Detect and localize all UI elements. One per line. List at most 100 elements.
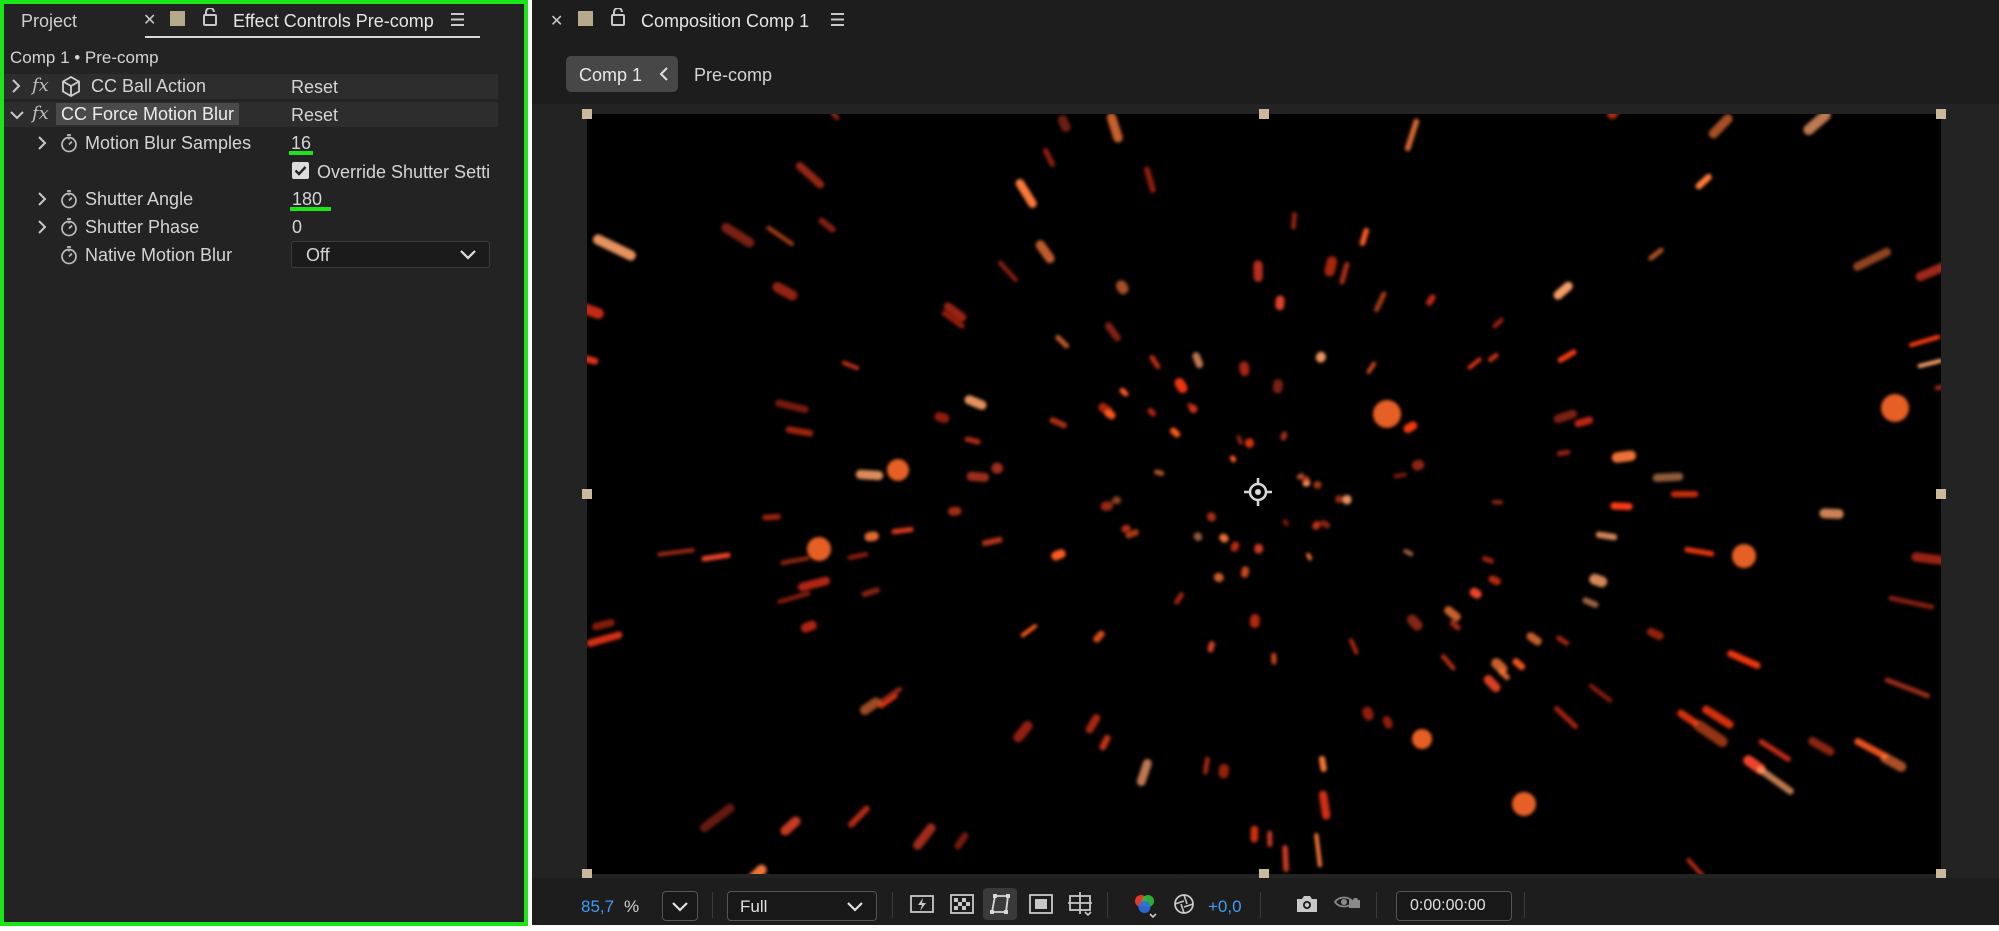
particle <box>1315 351 1326 363</box>
particle <box>1250 825 1259 843</box>
particle <box>1202 756 1211 775</box>
shutter-phase-value[interactable]: 0 <box>292 217 302 238</box>
comp-breadcrumb-child[interactable]: Pre-comp <box>694 65 772 86</box>
particle <box>913 823 936 850</box>
chevron-down-icon <box>846 900 864 918</box>
particle <box>1282 845 1289 872</box>
particle <box>1611 450 1637 463</box>
fast-previews-icon[interactable] <box>910 893 934 920</box>
native-motion-blur-dropdown[interactable]: Off <box>291 241 490 268</box>
hamburger-menu-icon[interactable] <box>830 12 845 32</box>
particle <box>818 217 836 233</box>
lock-icon[interactable] <box>610 7 626 31</box>
fx-icon[interactable]: fx <box>32 75 49 96</box>
particle <box>1469 587 1482 599</box>
footage-swatch-icon <box>170 11 185 26</box>
chevron-right-icon[interactable] <box>36 219 48 240</box>
zoom-dropdown[interactable] <box>662 891 698 921</box>
particle <box>766 225 794 247</box>
tab-composition[interactable]: Composition Comp 1 <box>641 11 809 32</box>
tab-effect-controls[interactable]: Effect Controls Pre-comp <box>233 11 434 32</box>
particle <box>1174 378 1188 394</box>
transform-handle[interactable] <box>1936 109 1946 119</box>
particle <box>997 260 1018 283</box>
effect-name-selected[interactable]: CC Force Motion Blur <box>56 103 240 125</box>
resolution-dropdown[interactable]: Full <box>727 891 877 921</box>
particle <box>1610 502 1633 511</box>
particle <box>1249 613 1260 628</box>
show-snapshot-icon[interactable] <box>1333 892 1361 921</box>
particle <box>701 552 731 562</box>
particle <box>1042 147 1056 167</box>
particle <box>1403 421 1418 433</box>
breadcrumb: Comp 1 • Pre-comp <box>10 48 159 67</box>
comp-breadcrumb-current[interactable]: Comp 1 <box>566 56 678 92</box>
particle <box>1557 349 1577 363</box>
color-channels-icon[interactable] <box>1132 893 1158 924</box>
chevron-right-icon[interactable] <box>10 78 22 99</box>
particle <box>1808 736 1835 756</box>
particle <box>1483 674 1501 693</box>
stopwatch-icon[interactable] <box>60 189 78 214</box>
snapshot-camera-icon[interactable] <box>1295 894 1319 919</box>
timecode-value: 0:00:00:00 <box>1410 897 1486 914</box>
chevron-down-icon[interactable] <box>9 108 25 126</box>
particle <box>1556 449 1571 457</box>
particle <box>1282 518 1289 527</box>
timecode-field[interactable]: 0:00:00:00 <box>1396 891 1512 921</box>
particle <box>1104 322 1121 342</box>
particle <box>1686 858 1714 874</box>
stopwatch-icon[interactable] <box>60 217 78 242</box>
stopwatch-icon[interactable] <box>60 245 78 270</box>
transform-handle[interactable] <box>1936 489 1946 499</box>
particle <box>1758 739 1791 762</box>
hamburger-menu-icon[interactable] <box>450 12 465 32</box>
chevron-right-icon[interactable] <box>36 191 48 212</box>
particle <box>800 620 817 633</box>
chevron-down-icon <box>459 248 477 266</box>
particle <box>1588 683 1613 703</box>
transform-handle[interactable] <box>1259 109 1269 119</box>
particle <box>1512 792 1536 816</box>
particle <box>1253 260 1263 282</box>
effect-row-cc-force-motion-blur[interactable]: fx CC Force Motion Blur Reset <box>4 102 498 127</box>
reset-button[interactable]: Reset <box>291 105 338 126</box>
particle <box>1244 438 1255 448</box>
lock-icon[interactable] <box>202 7 218 31</box>
exposure-value[interactable]: +0,0 <box>1208 897 1242 917</box>
viewer-toolbar: 85,7 % Full +0,0 0:00:00:00 <box>532 878 1999 925</box>
particle <box>1373 400 1401 428</box>
particle <box>1412 729 1432 749</box>
transform-handle[interactable] <box>582 489 592 499</box>
particle <box>1111 496 1121 505</box>
grid-guides-icon[interactable] <box>1067 891 1093 922</box>
mask-visibility-button[interactable] <box>983 888 1017 920</box>
fx-icon[interactable]: fx <box>32 103 49 124</box>
region-of-interest-icon[interactable] <box>1029 893 1053 920</box>
particle <box>1275 295 1285 311</box>
chevron-right-icon[interactable] <box>36 135 48 156</box>
particle <box>1512 658 1526 671</box>
reset-button[interactable]: Reset <box>291 77 338 98</box>
particle <box>1819 508 1844 519</box>
particle <box>1359 227 1370 247</box>
tab-project[interactable]: Project <box>21 11 77 32</box>
particle <box>878 686 903 705</box>
transparency-grid-icon[interactable] <box>950 893 974 920</box>
transform-handle[interactable] <box>582 109 592 119</box>
stopwatch-icon[interactable] <box>60 133 78 158</box>
particle <box>1240 566 1250 578</box>
particle <box>1143 166 1156 194</box>
composition-canvas[interactable] <box>587 114 1941 874</box>
reset-exposure-icon[interactable] <box>1173 893 1195 920</box>
effect-row-cc-ball-action[interactable]: fx CC Ball Action Reset <box>4 74 498 99</box>
particle <box>592 234 636 261</box>
particle <box>1492 317 1504 329</box>
zoom-value[interactable]: 85,7 <box>581 897 614 917</box>
particle <box>1880 753 1907 772</box>
anchor-point-icon[interactable] <box>1243 477 1273 512</box>
particle <box>1757 766 1794 795</box>
override-shutter-checkbox[interactable] <box>292 162 309 179</box>
close-icon[interactable]: ✕ <box>143 10 156 30</box>
close-icon[interactable]: ✕ <box>550 11 563 31</box>
